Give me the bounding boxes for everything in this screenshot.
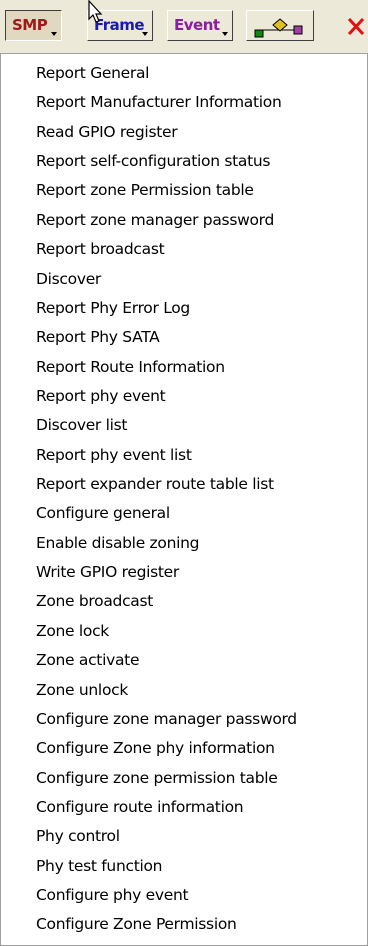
menu-item[interactable]: Report Phy Error Log [1,294,367,323]
menu-item[interactable]: Zone lock [1,617,367,646]
menu-item[interactable]: Configure zone permission table [1,764,367,793]
close-icon [347,17,365,36]
menu-item[interactable]: Report phy event list [1,441,367,470]
menu-item[interactable]: Report self-configuration status [1,147,367,176]
menu-item[interactable]: Report Manufacturer Information [1,88,367,117]
event-button-label: Event [174,16,220,34]
menu-item[interactable]: Read GPIO register [1,118,367,147]
menu-item[interactable]: Configure zone manager password [1,705,367,734]
menu-item[interactable]: Phy test function [1,852,367,881]
dropdown-arrow-icon [142,32,148,36]
flowchart-button[interactable] [246,10,314,41]
event-menu-button[interactable]: Event [167,10,233,41]
smp-menu-button[interactable]: SMP [5,10,62,41]
menu-item[interactable]: Discover list [1,411,367,440]
menu-item[interactable]: Report broadcast [1,235,367,264]
menu-item[interactable]: Zone activate [1,646,367,675]
menu-item[interactable]: Report zone Permission table [1,176,367,205]
close-button[interactable] [340,10,368,41]
menu-item[interactable]: Report Phy SATA [1,323,367,352]
menu-item[interactable]: Enable disable zoning [1,529,367,558]
menu-item[interactable]: Report Route Information [1,353,367,382]
dropdown-arrow-icon [222,32,228,36]
menu-item[interactable]: Report zone manager password [1,206,367,235]
menu-item[interactable]: Configure route information [1,793,367,822]
menu-item[interactable]: Discover [1,265,367,294]
menu-item[interactable]: Configure general [1,499,367,528]
smp-button-label: SMP [12,16,48,34]
menu-item[interactable]: Report phy event [1,382,367,411]
menu-item[interactable]: Write GPIO register [1,558,367,587]
menu-item[interactable]: Configure Zone Permission [1,910,367,939]
menu-item[interactable]: Report General [1,59,367,88]
flowchart-icon [254,18,303,38]
menu-item[interactable]: Phy control [1,822,367,851]
mouse-cursor-icon [88,0,103,23]
dropdown-arrow-icon [51,32,57,36]
menu-item[interactable]: Configure Zone phy information [1,734,367,763]
menu-list: Report General Report Manufacturer Inform… [1,54,367,940]
menu-item[interactable]: Report expander route table list [1,470,367,499]
toolbar: SMP Frame Event [0,0,368,53]
smp-dropdown-menu: Report General Report Manufacturer Inform… [0,53,368,946]
menu-item[interactable]: Zone unlock [1,676,367,705]
menu-item[interactable]: Configure phy event [1,881,367,910]
menu-item[interactable]: Zone broadcast [1,587,367,616]
